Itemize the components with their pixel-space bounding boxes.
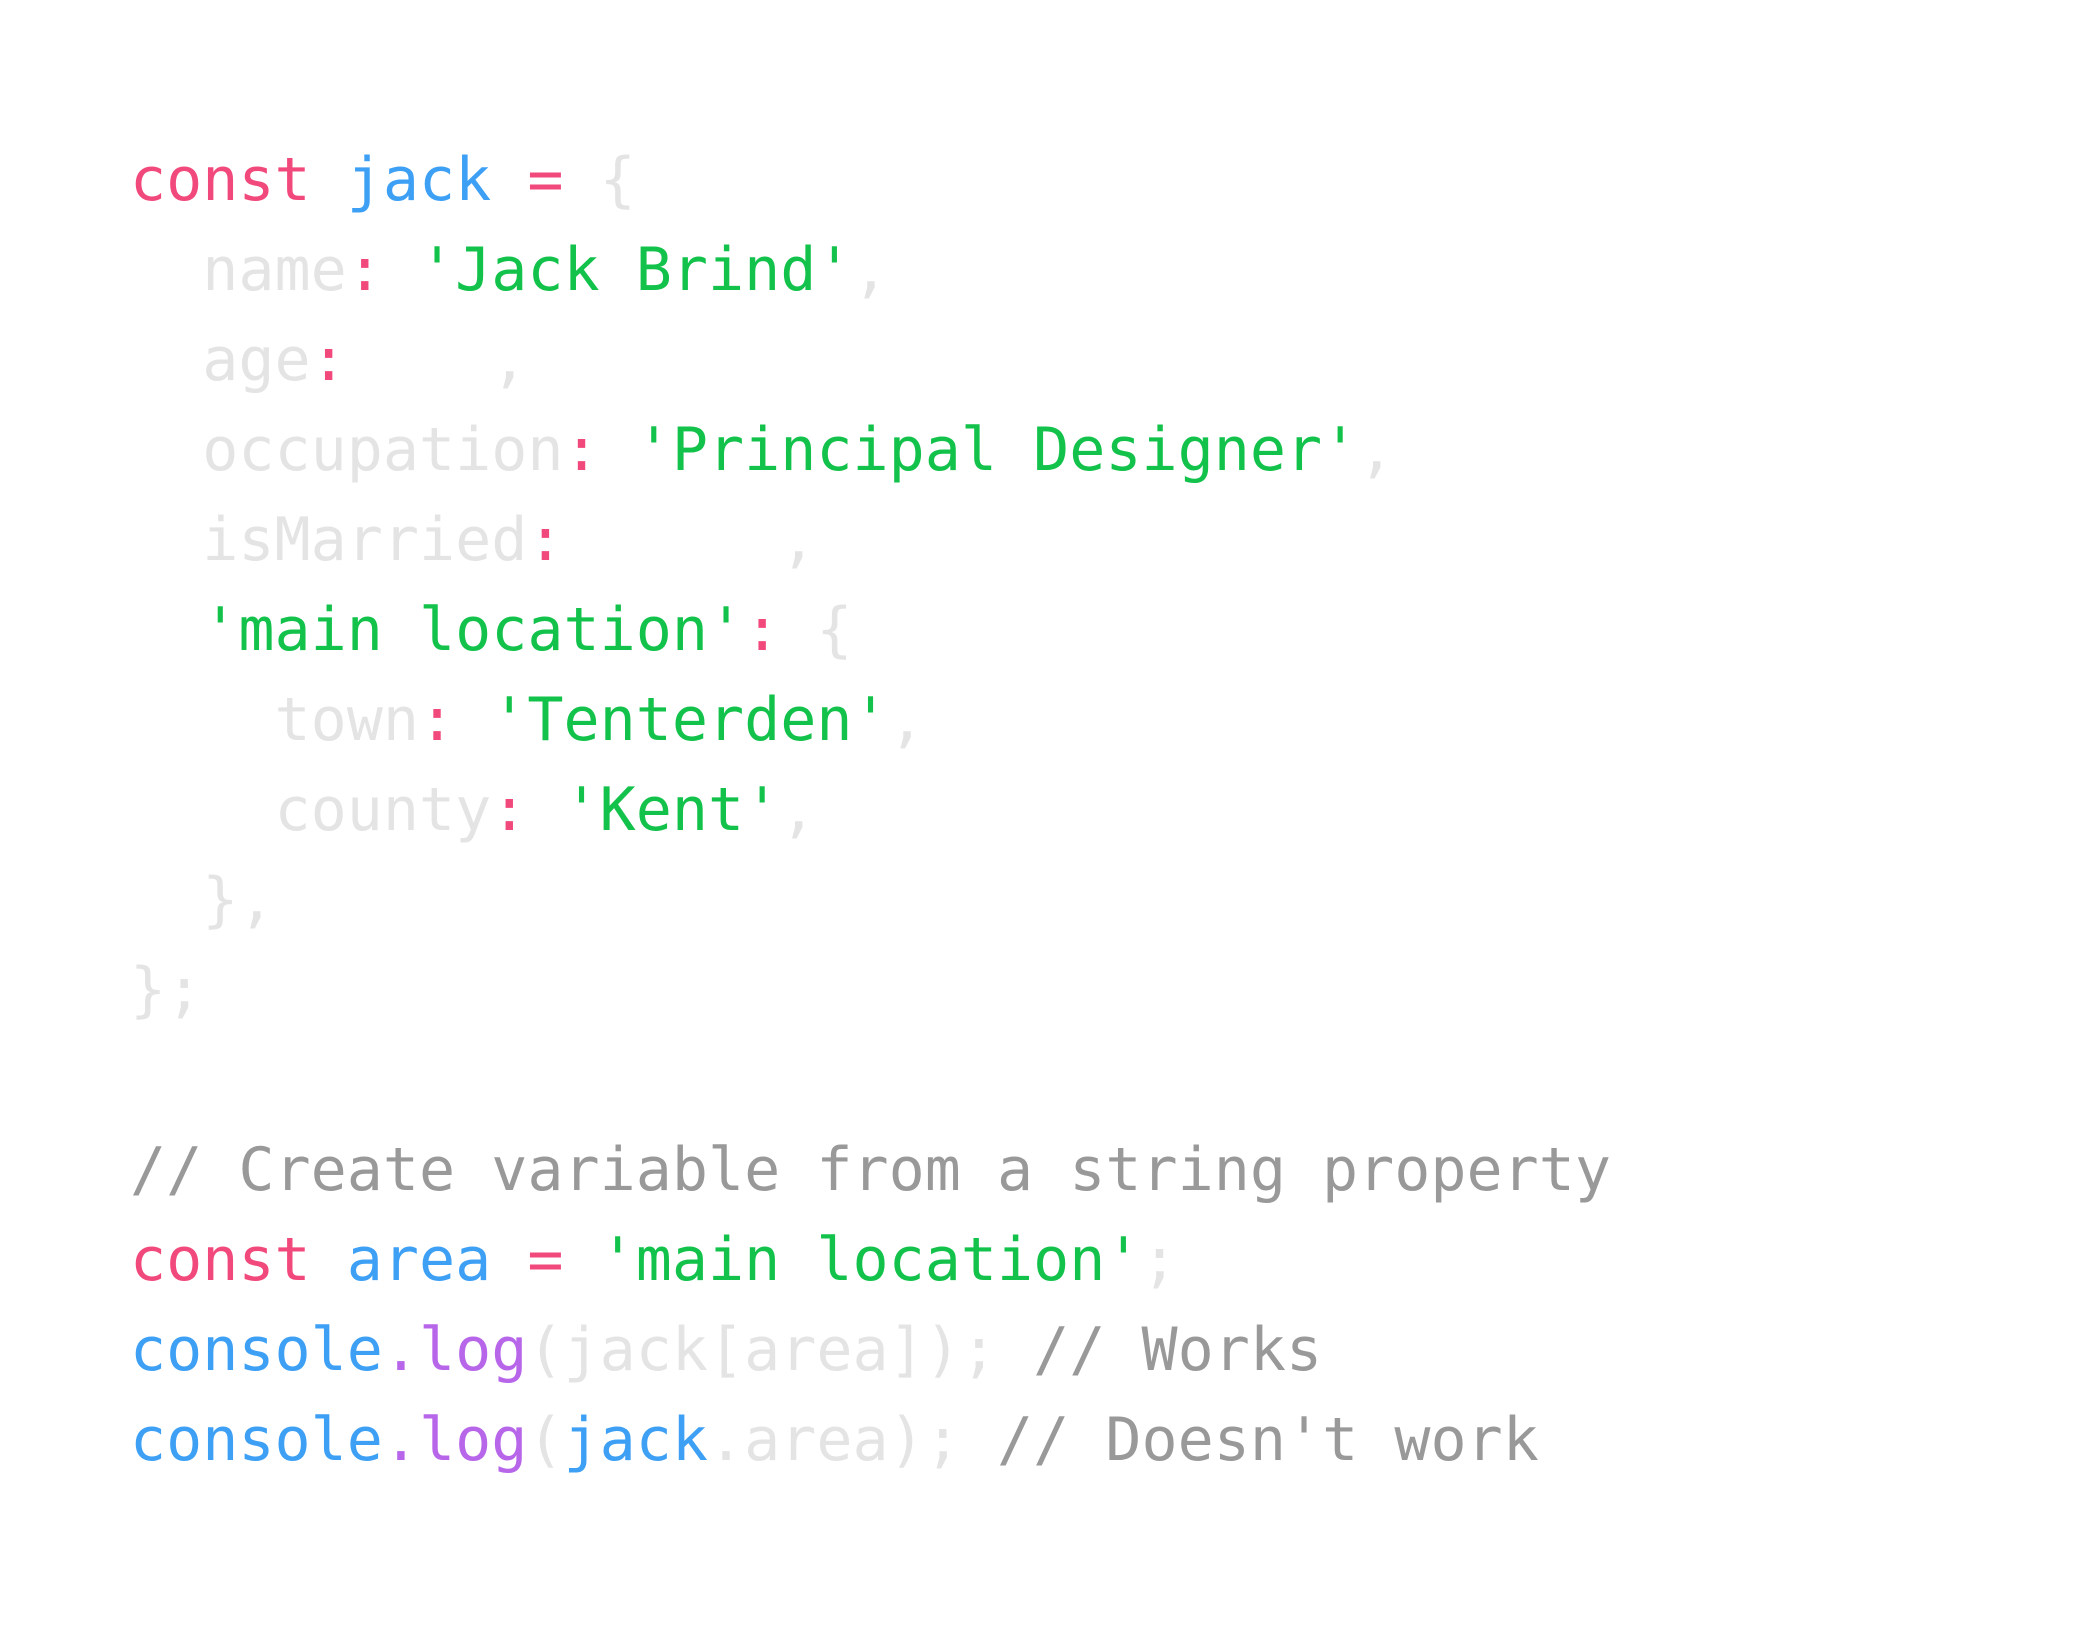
code-line: name: 'Jack Brind', [130,225,1611,315]
code-token: // Create variable from a string propert… [130,1135,1612,1205]
code-token: 'Principal Designer' [635,415,1359,485]
code-token: , [346,325,528,395]
code-line: town: 'Tenterden', [130,675,1611,765]
code-token: 'Kent' [563,775,781,845]
code-line: county: 'Kent', [130,765,1611,855]
code-token: , [563,505,817,575]
code-token: : [491,775,528,845]
code-token: { [563,145,636,215]
code-line: const jack = { [130,135,1611,225]
code-token: console [130,1405,383,1475]
code-token: county [130,775,492,845]
code-token: . [382,1315,419,1385]
code-token: const [130,1225,311,1295]
code-token: , [780,775,817,845]
code-token: : [346,235,383,305]
code-token: (jack[area]); [527,1315,997,1385]
code-line: occupation: 'Principal Designer', [130,405,1611,495]
code-token: ; [1141,1225,1178,1295]
code-line: age: , [130,315,1611,405]
code-token: { [780,595,853,665]
code-token: 'Tenterden' [491,685,889,755]
code-token: console [130,1315,383,1385]
code-token: const [130,145,311,215]
code-block: const jack = { name: 'Jack Brind', age: … [130,135,1611,1485]
code-token: : [527,505,564,575]
code-token: : [418,685,456,755]
code-token: = [527,1225,564,1295]
code-token: log [419,1405,528,1475]
code-token: , [888,685,925,755]
code-token: jack [563,1405,709,1475]
code-token: : [744,595,781,665]
code-token: // Works [1033,1315,1323,1385]
code-token: = [527,145,564,215]
code-token: jack [346,145,492,215]
code-token: isMarried [130,505,528,575]
code-line: console.log(jack[area]); // Works [130,1305,1611,1395]
code-token: 'Jack Brind' [419,235,853,305]
code-token: }, [130,865,275,935]
code-token: , [1358,415,1395,485]
code-line: const area = 'main location'; [130,1215,1611,1305]
code-token: area [346,1225,492,1295]
code-token: 'main location' [599,1225,1142,1295]
code-token: // Doesn't work [997,1405,1539,1475]
code-line: // Create variable from a string propert… [130,1125,1611,1215]
code-token: ( [527,1405,564,1475]
code-token: : [310,325,347,395]
code-token: log [419,1315,528,1385]
code-token: age [130,325,311,395]
code-token: .area); [708,1405,961,1475]
code-token: occupation [130,415,564,485]
code-token: , [852,235,889,305]
code-line: isMarried: , [130,495,1611,585]
code-line: }, [130,855,1611,945]
code-token: : [563,415,600,485]
code-token: . [382,1405,419,1475]
code-line: 'main location': { [130,585,1611,675]
code-line: console.log(jack.area); // Doesn't work [130,1395,1611,1485]
code-line: }; [130,945,1611,1035]
code-token: }; [130,955,203,1025]
code-token: name [130,235,347,305]
code-token: 'main location' [202,595,745,665]
code-token: town [130,685,419,755]
